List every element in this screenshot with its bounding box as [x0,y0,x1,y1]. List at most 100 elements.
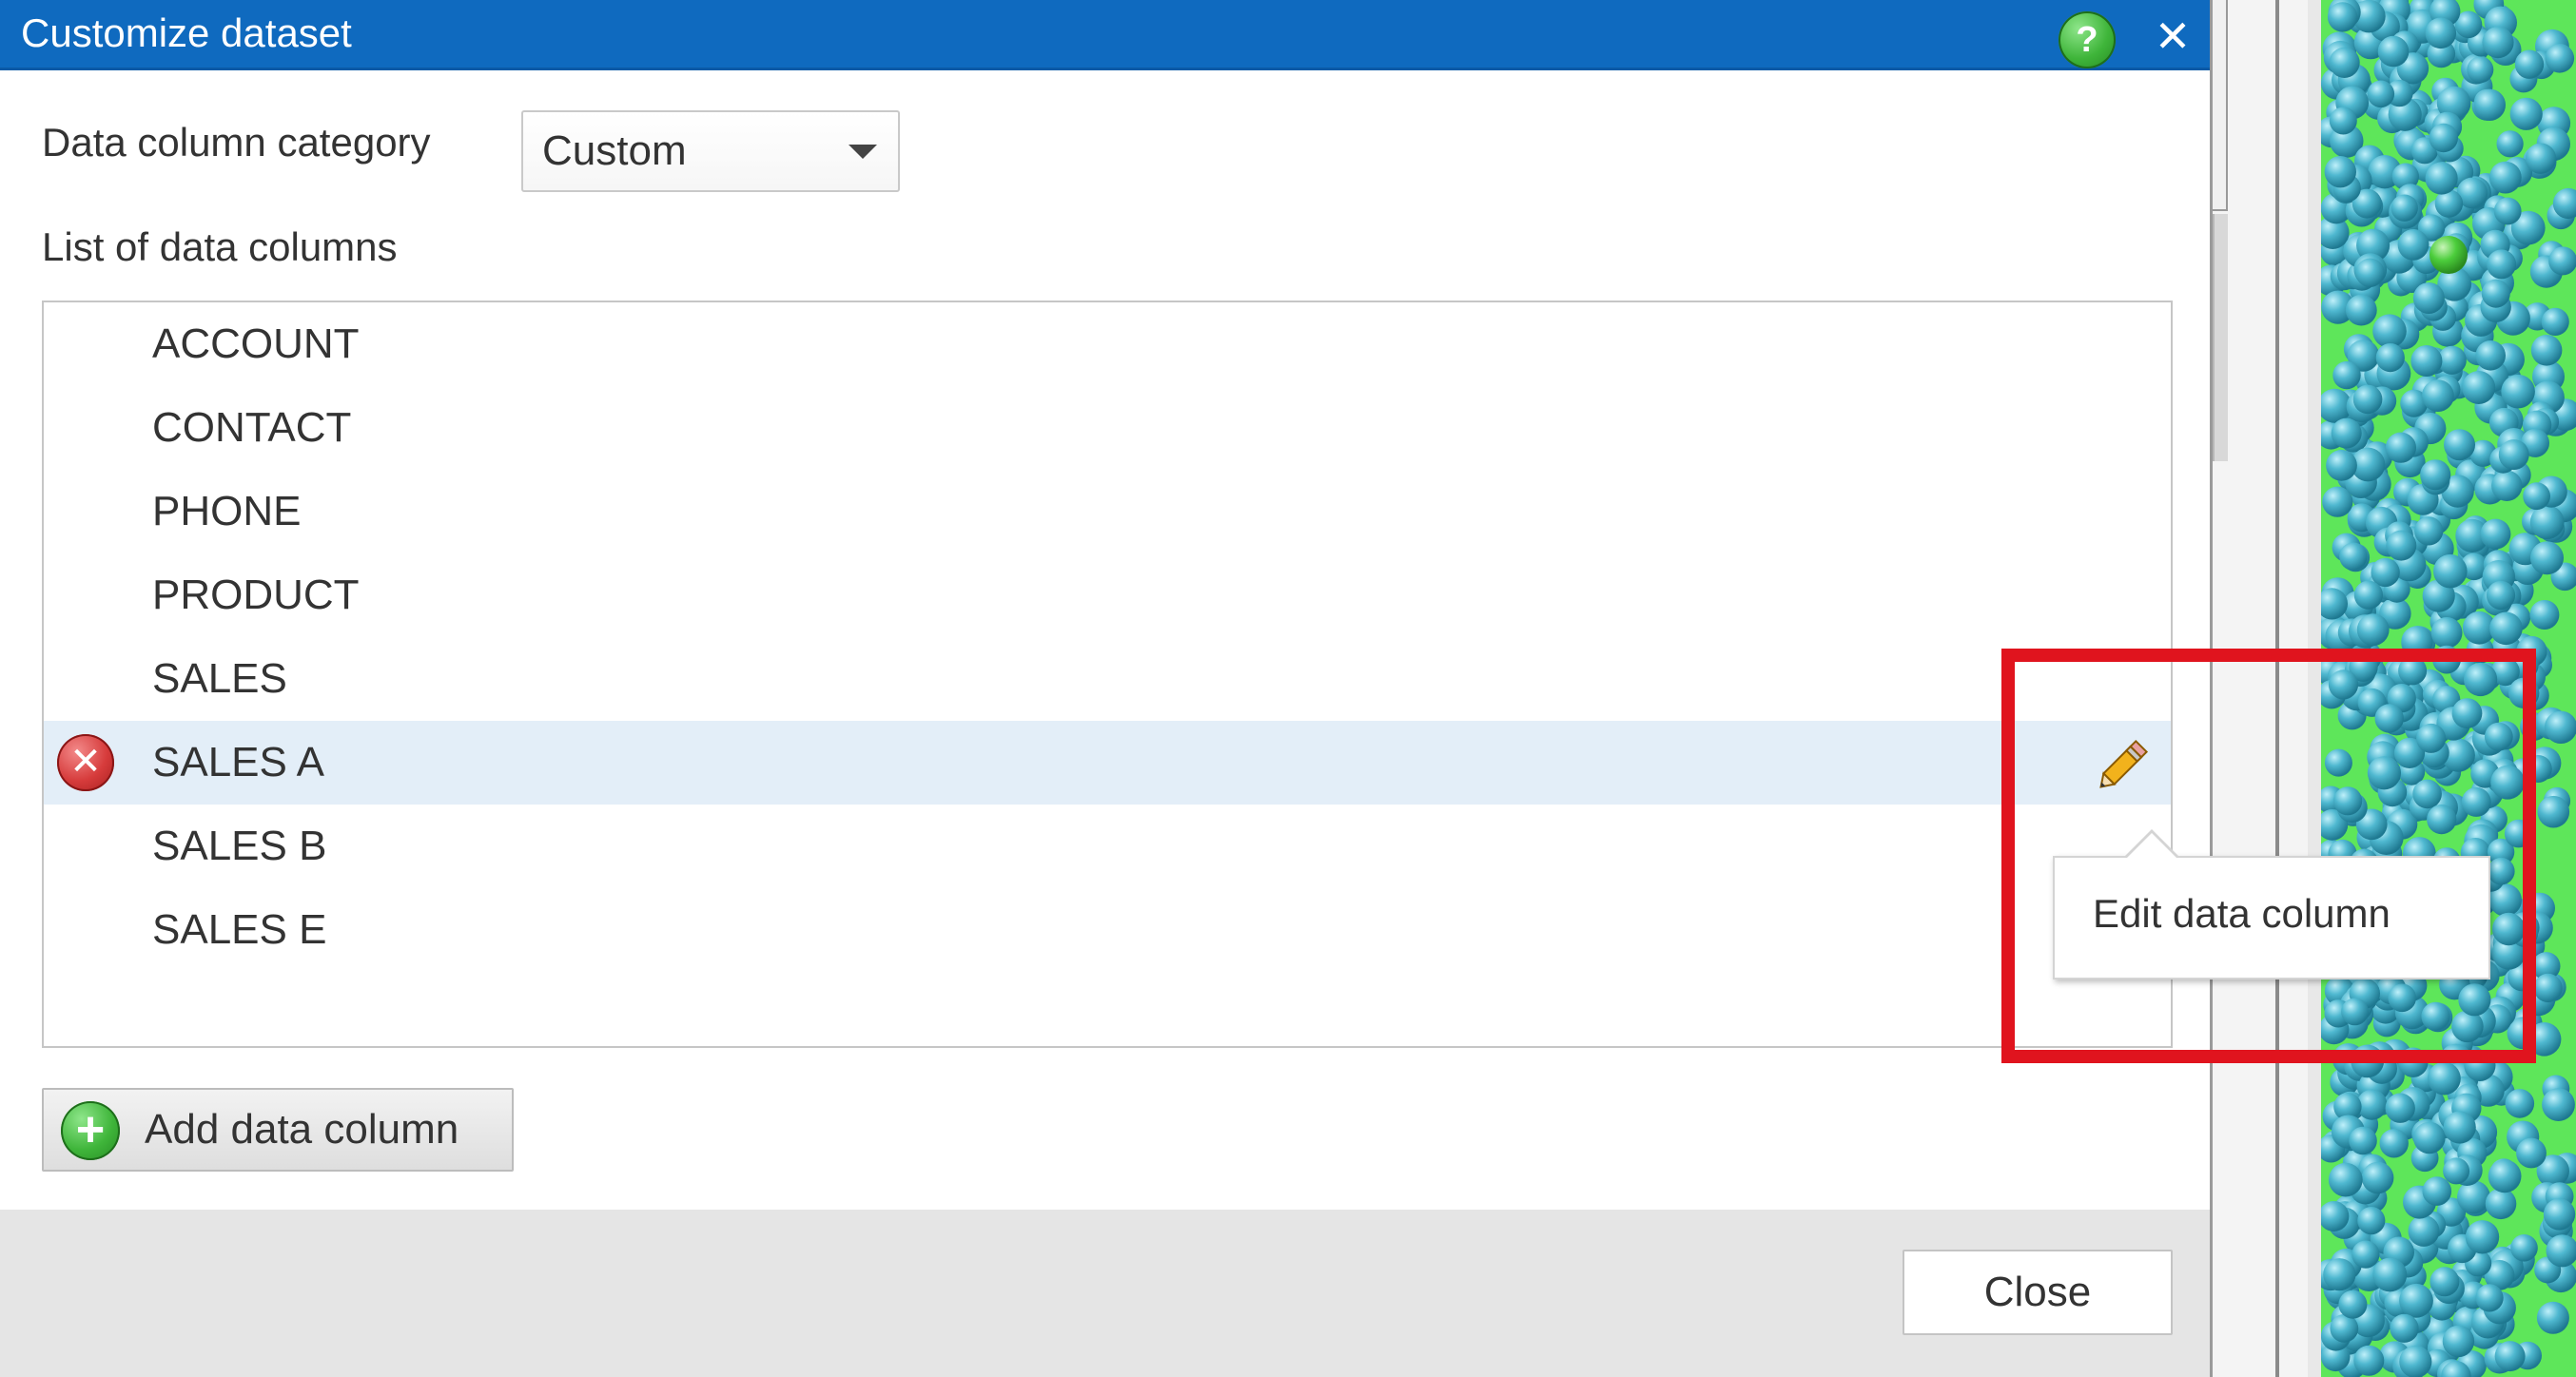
pencil-icon[interactable] [2089,727,2161,799]
map-marker [2385,432,2416,463]
map-marker [2375,343,2405,373]
map-marker [2397,229,2430,261]
map-marker [2480,518,2511,550]
map-marker [2326,450,2357,481]
list-item-contact[interactable]: CONTACT [44,386,2171,470]
list-item-account[interactable]: ACCOUNT [44,302,2171,386]
map-marker [2390,1313,2419,1343]
map-marker [2377,35,2410,68]
list-item-phone[interactable]: PHONE [44,470,2171,553]
map-canvas [2321,0,2576,1377]
add-data-column-button[interactable]: + Add data column [42,1088,514,1172]
map-marker [2421,1001,2450,1031]
map-marker [2324,156,2356,188]
map-marker [2432,645,2461,674]
category-label: Data column category [42,120,431,165]
background-scrollbar-thumb[interactable] [2213,214,2228,461]
map-marker [2514,49,2545,79]
list-item-sales[interactable]: SALES [44,637,2171,721]
map-marker [2504,819,2533,848]
list-item-label: SALES E [152,906,327,953]
map-marker [2523,482,2550,511]
map-marker [2323,1258,2356,1291]
background-divider [2275,0,2279,1377]
map-marker [2464,1049,2496,1081]
map-marker [2530,335,2563,366]
delete-icon[interactable]: ✕ [57,734,114,791]
map-marker [2429,123,2458,153]
map-marker [2422,1176,2452,1206]
help-icon[interactable]: ? [2059,11,2116,68]
map-marker [2496,130,2524,158]
map-marker [2488,161,2522,194]
map-marker [2338,1290,2368,1319]
map-marker [2408,1214,2440,1247]
map-marker [2481,279,2510,308]
map-marker [2430,1267,2460,1297]
map-marker [2462,371,2496,404]
list-item-label: ACCOUNT [152,320,360,367]
list-item-sales-a[interactable]: ✕ SALES A [44,721,2171,805]
map-marker [2327,2,2358,32]
close-icon[interactable]: ✕ [2148,10,2197,63]
background-scrollbar-track[interactable] [2213,0,2228,211]
list-item-product[interactable]: PRODUCT [44,553,2171,637]
list-item-label: SALES [152,655,287,702]
map-marker [2488,857,2515,885]
map-marker [2475,340,2506,371]
map-marker [2427,805,2457,835]
map-marker [2391,194,2418,222]
map-marker [2489,611,2523,646]
map-marker [2428,1061,2461,1096]
map-marker [2491,470,2523,501]
dialog-titlebar[interactable]: Customize dataset ? ✕ [0,0,2210,70]
map-marker [2414,516,2444,546]
map-marker [2379,1129,2409,1158]
map-marker [2328,669,2359,700]
map-marker [2352,384,2383,415]
map-marker [2425,162,2458,195]
map-marker [2367,80,2395,108]
map-marker [2351,1044,2385,1078]
close-button[interactable]: Close [1903,1250,2173,1335]
map-marker [2416,723,2447,753]
map-marker [2345,294,2377,326]
map-marker [2401,626,2433,658]
list-item-sales-b[interactable]: SALES B [44,805,2171,888]
map-marker [2464,662,2498,697]
map-marker [2399,1345,2432,1377]
map-marker [2537,795,2570,828]
dialog-footer: Close [0,1210,2210,1377]
map-marker [2388,983,2416,1013]
map-marker [2498,439,2529,471]
map-marker [2329,47,2360,78]
map-marker [2530,541,2564,575]
map-marker [2529,505,2565,540]
map-marker [2473,88,2506,122]
list-item-sales-e[interactable]: SALES E [44,888,2171,972]
map-marker [2355,258,2385,287]
map-marker [2533,973,2563,1002]
map-marker [2465,1220,2500,1254]
data-columns-list[interactable]: ACCOUNT CONTACT PHONE PRODUCT SALES ✕ SA… [42,301,2173,1048]
map-marker [2525,143,2557,174]
map-marker [2505,1089,2535,1118]
map-marker [2433,553,2468,589]
map-marker [2324,748,2352,777]
map-marker [2484,722,2513,751]
map-marker [2386,530,2417,561]
map-marker [2451,698,2483,728]
background-map [2321,0,2576,1377]
map-marker [2353,1345,2385,1376]
edit-tooltip: Edit data column [2053,829,2490,979]
category-select[interactable]: Custom [521,110,900,192]
map-marker [2487,249,2517,280]
map-marker [2443,1157,2470,1185]
map-marker [2541,307,2569,336]
map-marker [2457,1180,2490,1214]
list-item-label: PHONE [152,488,302,534]
customize-dataset-dialog: Customize dataset ? ✕ Data column catego… [0,0,2213,1377]
map-marker [2352,1240,2380,1269]
map-marker [2357,1207,2386,1235]
map-marker [2543,1198,2576,1231]
